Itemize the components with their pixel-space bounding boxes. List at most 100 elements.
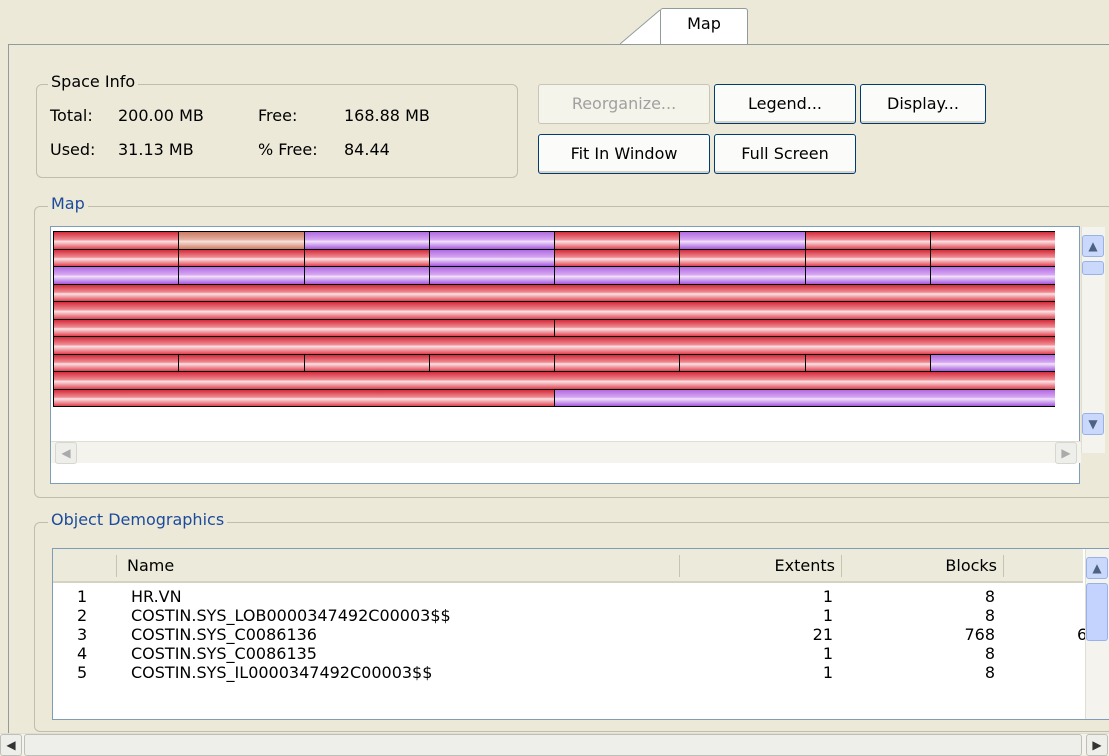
row-extents: 1 — [822, 587, 833, 606]
window-scroll-left-button[interactable]: ◀ — [0, 734, 22, 756]
map-scroll-thumb[interactable] — [1082, 261, 1104, 275]
map-extent-block[interactable] — [53, 388, 554, 406]
total-label: Total: — [50, 106, 93, 125]
map-scroll-right-button[interactable]: ▶ — [1055, 442, 1077, 464]
header-separator — [1003, 555, 1004, 577]
map-vertical-scrollbar[interactable]: ▲ ▼ — [1081, 227, 1105, 453]
map-extent-block[interactable] — [554, 231, 680, 249]
map-extent-block[interactable] — [929, 231, 1055, 249]
map-extent-block[interactable] — [53, 283, 1055, 301]
map-extent-block[interactable] — [679, 231, 805, 249]
header-separator — [841, 555, 842, 577]
map-extent-block[interactable] — [303, 231, 429, 249]
map-extent-block[interactable] — [804, 353, 930, 371]
row-blocks: 8 — [984, 663, 995, 682]
row-blocks: 8 — [984, 606, 995, 625]
row-name: COSTIN.SYS_IL0000347492C00003$$ — [131, 663, 433, 682]
total-value: 200.00 MB — [118, 106, 204, 125]
map-extent-block[interactable] — [178, 353, 304, 371]
map-extent-block[interactable] — [929, 266, 1055, 284]
table-row[interactable]: 2 COSTIN.SYS_LOB0000347492C00003$$ 1 8 — [53, 606, 1083, 625]
map-extent-block[interactable] — [804, 231, 930, 249]
tab-map[interactable]: Map — [660, 8, 748, 44]
used-label: Used: — [50, 140, 96, 159]
window-scroll-right-button[interactable]: ▶ — [1086, 734, 1108, 756]
row-name: COSTIN.SYS_C0086136 — [131, 625, 317, 644]
map-extent-block[interactable] — [53, 266, 179, 284]
space-info-group — [36, 84, 518, 178]
object-demographics-title: Object Demographics — [48, 510, 228, 529]
pct-free-label: % Free: — [258, 140, 318, 159]
row-name: COSTIN.SYS_LOB0000347492C00003$$ — [131, 606, 451, 625]
map-extent-block[interactable] — [554, 388, 1055, 406]
object-demographics-table[interactable]: Name Extents Blocks 1 HR.VN 1 8 2 COSTIN… — [52, 548, 1109, 720]
header-separator — [116, 555, 117, 577]
map-extent-block[interactable] — [929, 353, 1055, 371]
map-extent-block[interactable] — [53, 336, 1055, 354]
tablespace-map-canvas[interactable] — [53, 231, 1055, 441]
map-extent-block[interactable] — [428, 266, 554, 284]
row-extents: 1 — [822, 606, 833, 625]
window-scroll-thumb[interactable] — [24, 734, 1082, 756]
map-extent-block[interactable] — [53, 371, 1055, 389]
table-row[interactable]: 5 COSTIN.SYS_IL0000347492C00003$$ 1 8 — [53, 663, 1083, 682]
row-blocks: 8 — [984, 587, 995, 606]
row-name: HR.VN — [131, 587, 182, 606]
reorganize-button[interactable]: Reorganize... — [538, 84, 710, 124]
map-extent-block[interactable] — [679, 248, 805, 266]
map-extent-block[interactable] — [303, 248, 429, 266]
map-extent-block[interactable] — [178, 231, 304, 249]
row-extents: 1 — [822, 663, 833, 682]
map-extent-block[interactable] — [554, 318, 1055, 336]
map-extent-block[interactable] — [53, 301, 1055, 319]
map-extent-block[interactable] — [178, 266, 304, 284]
window-horizontal-scrollbar[interactable]: ◀ ▶ — [0, 733, 1109, 756]
map-group-title: Map — [48, 194, 88, 213]
map-extent-block[interactable] — [428, 231, 554, 249]
map-extent-block[interactable] — [554, 353, 680, 371]
table-header-extents[interactable]: Extents — [679, 549, 841, 583]
table-header-name[interactable]: Name — [117, 549, 679, 583]
legend-button[interactable]: Legend... — [714, 84, 856, 124]
map-extent-block[interactable] — [804, 266, 930, 284]
map-scroll-up-button[interactable]: ▲ — [1082, 235, 1104, 257]
table-header-num[interactable] — [53, 549, 117, 583]
map-extent-block[interactable] — [929, 248, 1055, 266]
map-extent-block[interactable] — [53, 353, 179, 371]
fit-in-window-button[interactable]: Fit In Window — [538, 134, 710, 174]
table-row[interactable]: 4 COSTIN.SYS_C0086135 1 8 — [53, 644, 1083, 663]
map-extent-block[interactable] — [554, 266, 680, 284]
table-row[interactable]: 1 HR.VN 1 8 — [53, 587, 1083, 606]
header-separator — [679, 555, 680, 577]
table-vertical-scrollbar[interactable]: ▲ — [1085, 549, 1109, 719]
map-extent-block[interactable] — [303, 266, 429, 284]
map-horizontal-scrollbar[interactable]: ◀ ▶ — [51, 441, 1081, 464]
map-extent-block[interactable] — [679, 353, 805, 371]
map-extent-block[interactable] — [428, 248, 554, 266]
free-value: 168.88 MB — [344, 106, 430, 125]
map-extent-block[interactable] — [428, 353, 554, 371]
map-scroll-left-button[interactable]: ◀ — [55, 442, 77, 464]
row-name: COSTIN.SYS_C0086135 — [131, 644, 317, 663]
map-extent-block[interactable] — [178, 248, 304, 266]
table-row[interactable]: 3 COSTIN.SYS_C0086136 21 768 6 — [53, 625, 1087, 644]
table-scroll-up-button[interactable]: ▲ — [1086, 557, 1108, 579]
free-label: Free: — [258, 106, 298, 125]
map-extent-block[interactable] — [804, 248, 930, 266]
row-blocks: 8 — [984, 644, 995, 663]
map-extent-block[interactable] — [554, 248, 680, 266]
map-viewport[interactable]: ▲ ▼ ◀ ▶ — [50, 226, 1105, 484]
table-scroll-thumb[interactable] — [1086, 583, 1108, 641]
full-screen-button[interactable]: Full Screen — [714, 134, 856, 174]
table-header-blocks[interactable]: Blocks — [841, 549, 1003, 583]
map-extent-block[interactable] — [303, 353, 429, 371]
map-extent-block[interactable] — [53, 231, 179, 249]
display-button[interactable]: Display... — [860, 84, 986, 124]
map-extent-block[interactable] — [679, 266, 805, 284]
map-scroll-down-button[interactable]: ▼ — [1082, 413, 1104, 435]
row-extents: 1 — [822, 644, 833, 663]
used-value: 31.13 MB — [118, 140, 194, 159]
map-extent-block[interactable] — [53, 248, 179, 266]
table-header-filler — [1003, 549, 1083, 583]
map-extent-block[interactable] — [53, 318, 554, 336]
